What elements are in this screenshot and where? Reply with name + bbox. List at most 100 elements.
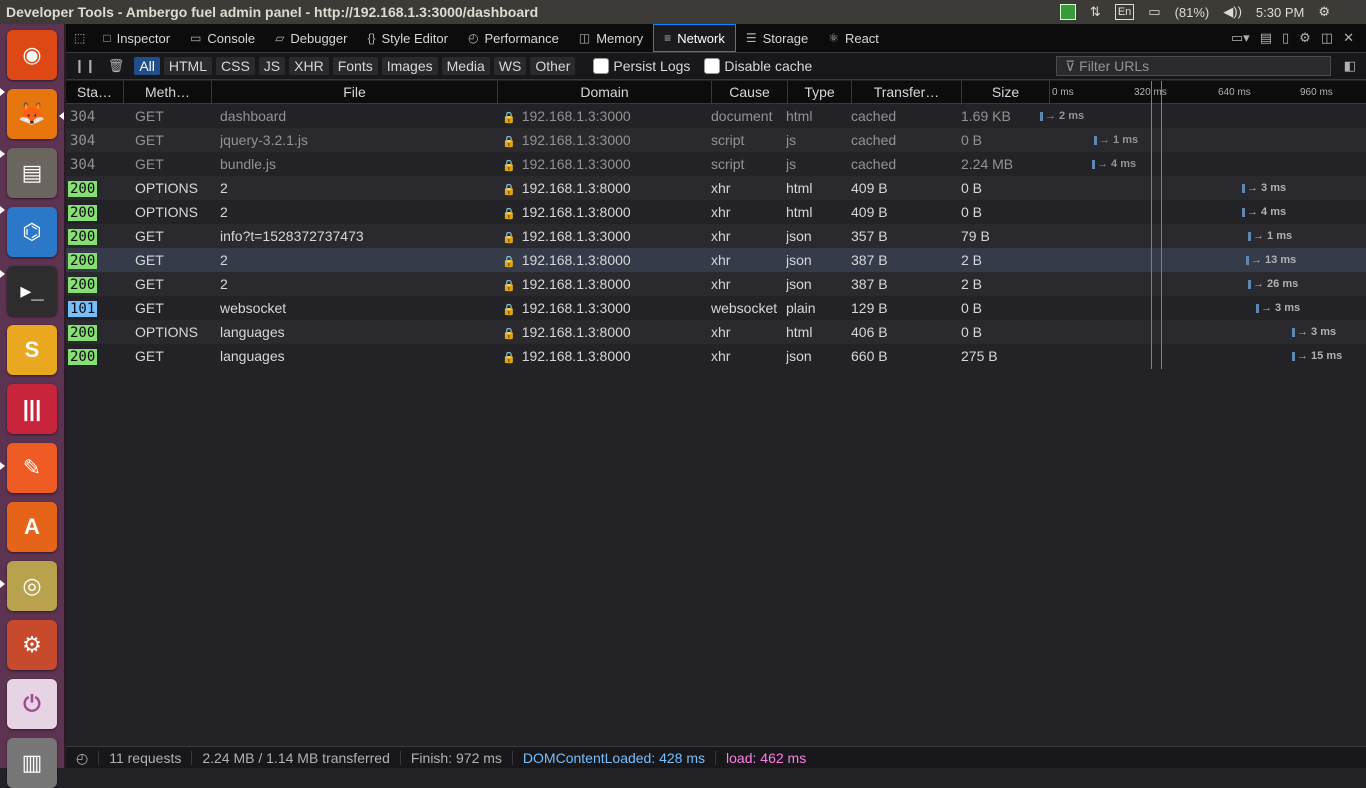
table-row[interactable]: 200 GET info?t=1528372737473 🔒 192.168.1.3:3… bbox=[66, 224, 1366, 248]
timing-label: → 3 ms bbox=[1261, 302, 1301, 314]
filter-css[interactable]: CSS bbox=[216, 57, 255, 75]
timing-bar bbox=[1246, 255, 1249, 265]
file-cell: languages bbox=[220, 324, 285, 340]
insecure-lock-icon: 🔒 bbox=[502, 256, 516, 268]
timeline-tick: 0 ms bbox=[1052, 87, 1074, 98]
column-header-3[interactable]: Domain bbox=[498, 81, 712, 104]
tab-style-editor[interactable]: {} Style Editor bbox=[357, 24, 458, 52]
size-cell: 2 B bbox=[961, 252, 983, 268]
filter-html[interactable]: HTML bbox=[163, 57, 212, 75]
type-cell: json bbox=[786, 276, 812, 292]
update-indicator-icon[interactable] bbox=[1059, 4, 1076, 20]
responsive-mode-icon[interactable]: ▤ bbox=[1260, 30, 1272, 46]
tab-react[interactable]: ⚛ React bbox=[818, 24, 889, 52]
table-row[interactable]: 200 OPTIONS 2 🔒 192.168.1.3:8000 xhr html 409 B… bbox=[66, 176, 1366, 200]
tab-network[interactable]: ≡ Network bbox=[653, 24, 736, 52]
column-header-0[interactable]: Sta… bbox=[66, 81, 124, 104]
toggle-sidebar-icon[interactable]: ◧ bbox=[1344, 58, 1356, 74]
waterfall-timing: → 3 ms bbox=[1292, 320, 1336, 344]
tab-performance[interactable]: ◴ Performance bbox=[458, 24, 569, 52]
persist-logs-checkbox[interactable]: Persist Logs bbox=[593, 58, 690, 74]
domain-text: 192.168.1.3:3000 bbox=[521, 300, 631, 316]
close-icon[interactable]: ✕ bbox=[1343, 30, 1354, 46]
timing-label: → 2 ms bbox=[1045, 110, 1085, 122]
system-indicators[interactable]: ⇅ En ▭ (81%) ◀)) 5:30 PM ⚙ bbox=[1059, 4, 1366, 20]
settings-icon[interactable]: ⚙ bbox=[1299, 30, 1311, 46]
table-row[interactable]: 200 GET 2 🔒 192.168.1.3:8000 xhr json 387 B 2 B →… bbox=[66, 248, 1366, 272]
table-row[interactable]: 101 GET websocket 🔒 192.168.1.3:3000 websocke… bbox=[66, 296, 1366, 320]
postman-icon[interactable]: ✎ bbox=[7, 443, 57, 493]
software-center-icon[interactable]: A bbox=[7, 502, 57, 552]
column-header-1[interactable]: Meth… bbox=[124, 81, 212, 104]
filter-media[interactable]: Media bbox=[441, 57, 490, 75]
timing-label: → 3 ms bbox=[1297, 326, 1337, 338]
clock[interactable]: 5:30 PM bbox=[1256, 5, 1304, 20]
filter-js[interactable]: JS bbox=[258, 57, 286, 75]
terminal-icon[interactable]: ▸_ bbox=[7, 266, 57, 316]
audio-player-icon[interactable]: ◎ bbox=[7, 561, 57, 611]
battery-level[interactable]: (81%) bbox=[1175, 5, 1210, 20]
ubuntu-dash-icon[interactable]: ◉ bbox=[7, 30, 57, 80]
dock-side-icon[interactable]: ◫ bbox=[1321, 30, 1333, 46]
tab-debugger[interactable]: ▱ Debugger bbox=[265, 24, 357, 52]
tab-inspector[interactable]: □ Inspector bbox=[93, 24, 180, 52]
method-cell: GET bbox=[135, 300, 164, 316]
filter-fonts[interactable]: Fonts bbox=[332, 57, 378, 75]
pause-icon[interactable]: ❙❙ bbox=[74, 58, 96, 74]
transferred-cell: 409 B bbox=[851, 204, 888, 220]
network-icon[interactable]: ⇅ bbox=[1090, 4, 1101, 20]
disable-cache-checkbox[interactable]: Disable cache bbox=[704, 58, 812, 74]
filter-images[interactable]: Images bbox=[381, 57, 438, 75]
system-settings-icon[interactable]: ⚙ bbox=[7, 620, 57, 670]
trash-icon[interactable]: ▥ bbox=[7, 738, 57, 788]
status-badge: 304 bbox=[70, 109, 96, 125]
clear-trash-icon[interactable]: 🗑 bbox=[108, 58, 125, 74]
cause-cell: xhr bbox=[711, 348, 731, 364]
filter-urls-input[interactable]: ⊽ Filter URLs bbox=[1056, 56, 1331, 76]
table-row[interactable]: 304 GET jquery-3.2.1.js 🔒 192.168.1.3:3000 sc… bbox=[66, 128, 1366, 152]
performance-analysis-icon[interactable]: ◴ bbox=[66, 750, 100, 765]
vscode-icon[interactable]: ⌬ bbox=[7, 207, 57, 257]
column-header-4[interactable]: Cause bbox=[712, 81, 788, 104]
filter-all[interactable]: All bbox=[134, 57, 160, 75]
column-header-6[interactable]: Transfer… bbox=[852, 81, 962, 104]
inspector-icon: □ bbox=[103, 31, 111, 45]
slack-icon[interactable]: S bbox=[7, 325, 57, 375]
dock-options-icon[interactable]: ▭▾ bbox=[1231, 30, 1250, 46]
type-cell: json bbox=[786, 252, 812, 268]
column-header-2[interactable]: File bbox=[212, 81, 498, 104]
status-cell: 304 bbox=[68, 104, 122, 128]
table-row[interactable]: 304 GET bundle.js 🔒 192.168.1.3:3000 script js… bbox=[66, 152, 1366, 176]
volume-icon[interactable]: ◀)) bbox=[1223, 4, 1242, 20]
tab-console[interactable]: ▭ Console bbox=[180, 24, 265, 52]
table-row[interactable]: 200 GET 2 🔒 192.168.1.3:8000 xhr json 387 B 2 B →… bbox=[66, 272, 1366, 296]
filter-other[interactable]: Other bbox=[530, 57, 576, 75]
settings-gear-icon[interactable]: ⚙ bbox=[1318, 4, 1330, 20]
domain-cell: 🔒 192.168.1.3:8000 bbox=[502, 176, 712, 202]
table-row[interactable]: 200 OPTIONS 2 🔒 192.168.1.3:8000 xhr html 409 B… bbox=[66, 200, 1366, 224]
tab-storage[interactable]: ☰ Storage bbox=[736, 24, 818, 52]
method-cell: GET bbox=[135, 348, 164, 364]
files-icon[interactable]: ▤ bbox=[7, 148, 57, 198]
filter-ws[interactable]: WS bbox=[493, 57, 527, 75]
power-icon[interactable]: ⏻ bbox=[7, 679, 57, 729]
domain-cell: 🔒 192.168.1.3:3000 bbox=[502, 128, 712, 154]
filter-xhr[interactable]: XHR bbox=[289, 57, 329, 75]
file-cell: 2 bbox=[220, 252, 228, 268]
tab-memory[interactable]: ◫ Memory bbox=[569, 24, 653, 52]
column-header-5[interactable]: Type bbox=[788, 81, 852, 104]
table-row[interactable]: 200 OPTIONS languages 🔒 192.168.1.3:8000 xhr h… bbox=[66, 320, 1366, 344]
gitkraken-icon[interactable]: ||| bbox=[7, 384, 57, 434]
split-console-icon[interactable]: ▯ bbox=[1282, 30, 1289, 46]
element-picker-icon[interactable]: ⬚ bbox=[66, 24, 93, 52]
file-cell: websocket bbox=[220, 300, 287, 316]
table-row[interactable]: 304 GET dashboard 🔒 192.168.1.3:3000 document… bbox=[66, 104, 1366, 128]
keyboard-layout[interactable]: En bbox=[1114, 4, 1135, 20]
battery-icon[interactable]: ▭ bbox=[1148, 4, 1160, 20]
column-header-7[interactable]: Size bbox=[962, 81, 1050, 104]
disable-cache-box[interactable] bbox=[704, 58, 721, 74]
persist-logs-box[interactable] bbox=[593, 58, 610, 74]
firefox-icon[interactable]: 🦊 bbox=[7, 89, 57, 139]
table-row[interactable]: 200 GET languages 🔒 192.168.1.3:8000 xhr json 6… bbox=[66, 344, 1366, 368]
timing-label: → 4 ms bbox=[1097, 158, 1137, 170]
